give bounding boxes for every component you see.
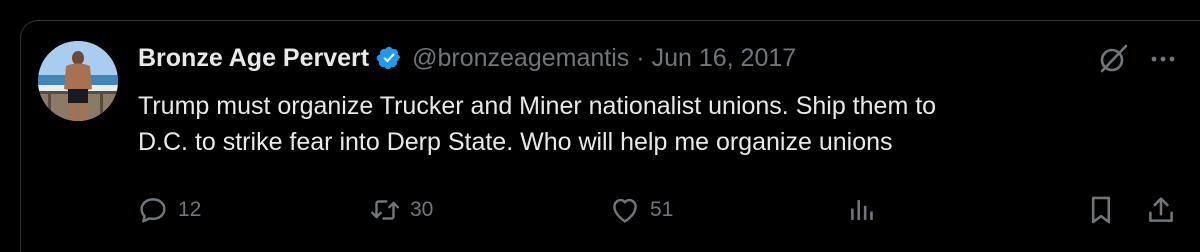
tweet-text-line: D.C. to strike fear into Derp State. Who… xyxy=(138,128,893,156)
tweet-text-line: Trump must organize Trucker and Miner na… xyxy=(138,92,937,120)
retweet-count: 30 xyxy=(410,198,434,221)
share-icon xyxy=(1149,197,1173,222)
like-button[interactable]: 51 xyxy=(608,190,673,230)
bookmark-button[interactable] xyxy=(1084,190,1118,230)
tweet-top-actions xyxy=(1096,42,1178,76)
avatar[interactable] xyxy=(38,41,118,121)
views-icon xyxy=(851,200,873,220)
author-handle[interactable]: @bronzeagemantis xyxy=(412,44,629,73)
tweet-date[interactable]: Jun 16, 2017 xyxy=(652,44,797,73)
separator-dot: · xyxy=(636,43,645,72)
grok-icon[interactable] xyxy=(1096,42,1130,76)
retweet-button[interactable]: 30 xyxy=(368,190,433,230)
reply-count: 12 xyxy=(178,198,202,221)
verified-badge-icon xyxy=(376,46,401,70)
tweet-text: Trump must organize Trucker and Miner na… xyxy=(138,88,1038,160)
more-icon[interactable] xyxy=(1148,44,1178,74)
views-button[interactable] xyxy=(844,190,878,230)
reply-icon xyxy=(140,198,166,223)
bookmark-icon xyxy=(1091,196,1111,224)
tweet-action-bar: 12 30 51 xyxy=(0,190,1200,230)
reply-button[interactable]: 12 xyxy=(136,190,201,230)
tweet-header: Bronze Age Pervert @bronzeagemantis · Ju… xyxy=(138,40,796,76)
like-count: 51 xyxy=(650,198,674,221)
author-name[interactable]: Bronze Age Pervert xyxy=(138,44,369,73)
retweet-icon xyxy=(371,200,399,220)
share-button[interactable] xyxy=(1144,190,1178,230)
heart-icon xyxy=(613,198,637,223)
